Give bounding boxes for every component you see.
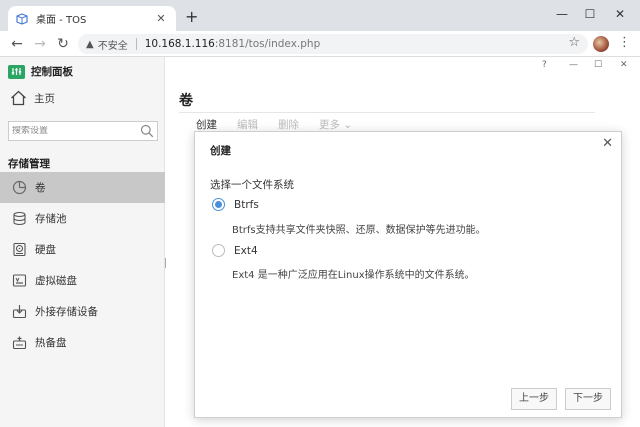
sidebar-item-label: 热备盘 bbox=[35, 337, 67, 349]
radio-option-btrfs[interactable]: Btrfs bbox=[212, 198, 259, 211]
dialog-title: 创建 bbox=[210, 145, 231, 157]
radio-button-ext4[interactable] bbox=[212, 244, 225, 257]
app-title: 控制面板 bbox=[31, 66, 73, 78]
external-storage-icon bbox=[12, 305, 27, 319]
tab-title: 桌面 - TOS bbox=[36, 15, 87, 26]
window-close-button[interactable]: ✕ bbox=[606, 4, 634, 24]
delete-button[interactable]: 删除 bbox=[278, 117, 299, 132]
sidebar-item-volume[interactable]: 卷 bbox=[0, 172, 165, 203]
radio-button-btrfs[interactable] bbox=[212, 198, 225, 211]
app-header: 控制面板 bbox=[8, 64, 73, 79]
sidebar-item-external-storage[interactable]: 外接存储设备 bbox=[0, 296, 165, 327]
url-host: 10.168.1.116 bbox=[144, 38, 215, 50]
settings-search-box[interactable] bbox=[8, 121, 158, 141]
edit-button[interactable]: 编辑 bbox=[237, 117, 258, 132]
forward-arrow-icon[interactable]: → bbox=[31, 35, 49, 53]
page-title: 卷 bbox=[179, 93, 193, 109]
search-input[interactable] bbox=[12, 126, 136, 136]
sidebar-item-label: 卷 bbox=[35, 182, 46, 194]
sidebar-item-storage-pool[interactable]: 存储池 bbox=[0, 203, 165, 234]
reload-icon[interactable]: ↻ bbox=[54, 35, 72, 53]
search-icon[interactable] bbox=[140, 124, 154, 138]
volume-toolbar: 创建 编辑 删除 更多 ⌄ bbox=[196, 117, 372, 132]
home-icon bbox=[11, 90, 26, 106]
address-separator bbox=[135, 38, 137, 50]
section-title: 存储管理 bbox=[8, 158, 50, 170]
help-icon[interactable]: ? bbox=[542, 60, 547, 70]
sidebar-item-hot-spare[interactable]: 热备盘 bbox=[0, 327, 165, 358]
warning-icon[interactable]: ▲ bbox=[86, 39, 94, 50]
panel-minimize-button[interactable]: — bbox=[569, 60, 578, 70]
title-divider bbox=[179, 112, 595, 113]
browser-tab[interactable]: 桌面 - TOS ✕ bbox=[8, 6, 176, 31]
radio-label-ext4: Ext4 bbox=[234, 244, 258, 257]
browser-toolbar: ← → ↻ ▲ 不安全 10.168.1.116:8181/tos/index.… bbox=[0, 31, 640, 57]
control-panel-logo-icon bbox=[8, 64, 25, 79]
profile-avatar[interactable] bbox=[593, 36, 609, 52]
pie-chart-icon bbox=[12, 180, 27, 195]
control-panel-sidebar: 控制面板 主页 存储管理 卷 存储池 硬盘 虚拟磁盘 外接存储设备 热备盘 bbox=[0, 57, 165, 427]
sidebar-item-home[interactable]: 主页 bbox=[10, 90, 55, 106]
panel-maximize-button[interactable]: ☐ bbox=[594, 60, 602, 70]
create-volume-dialog: 创建 ✕ 选择一个文件系统 Btrfs Btrfs支持共享文件夹快照、还原、数据… bbox=[194, 131, 622, 418]
panel-close-button[interactable]: ✕ bbox=[620, 60, 628, 70]
tos-favicon-icon bbox=[16, 12, 28, 25]
browser-tab-bar: 桌面 - TOS ✕ + — ☐ ✕ bbox=[0, 0, 640, 31]
btrfs-description: Btrfs支持共享文件夹快照、还原、数据保护等先进功能。 bbox=[232, 225, 486, 236]
sidebar-item-label: 存储池 bbox=[35, 213, 67, 225]
more-button[interactable]: 更多 ⌄ bbox=[319, 117, 352, 132]
chevron-down-icon: ⌄ bbox=[343, 119, 353, 131]
window-minimize-button[interactable]: — bbox=[548, 4, 576, 24]
hot-spare-icon bbox=[12, 336, 27, 350]
sidebar-item-label: 硬盘 bbox=[35, 244, 56, 256]
browser-menu-icon[interactable]: ⋮ bbox=[618, 35, 631, 50]
sidebar-item-label: 主页 bbox=[34, 92, 55, 105]
bookmark-star-icon[interactable]: ☆ bbox=[568, 35, 580, 50]
previous-step-button[interactable]: 上一步 bbox=[511, 388, 557, 410]
back-arrow-icon[interactable]: ← bbox=[8, 35, 26, 53]
address-bar[interactable]: ▲ 不安全 10.168.1.116:8181/tos/index.php ☆ bbox=[78, 34, 588, 54]
sidebar-item-label: 虚拟磁盘 bbox=[35, 275, 77, 287]
ext4-description: Ext4 是一种广泛应用在Linux操作系统中的文件系统。 bbox=[232, 270, 475, 281]
virtual-disk-icon bbox=[12, 274, 27, 287]
window-maximize-button[interactable]: ☐ bbox=[576, 4, 604, 24]
create-button[interactable]: 创建 bbox=[196, 117, 217, 132]
more-label: 更多 bbox=[319, 119, 340, 131]
new-tab-button[interactable]: + bbox=[185, 8, 198, 26]
database-icon bbox=[13, 211, 26, 226]
security-label[interactable]: 不安全 bbox=[98, 37, 128, 52]
radio-option-ext4[interactable]: Ext4 bbox=[212, 244, 258, 257]
next-step-button[interactable]: 下一步 bbox=[565, 388, 611, 410]
filesystem-prompt: 选择一个文件系统 bbox=[210, 179, 294, 191]
hard-disk-icon bbox=[13, 242, 26, 257]
tab-close-icon[interactable]: ✕ bbox=[154, 12, 168, 25]
url-path: :8181/tos/index.php bbox=[214, 38, 321, 50]
sidebar-item-label: 外接存储设备 bbox=[35, 306, 98, 318]
radio-label-btrfs: Btrfs bbox=[234, 198, 259, 211]
sidebar-item-hard-disk[interactable]: 硬盘 bbox=[0, 234, 165, 265]
sidebar-item-virtual-disk[interactable]: 虚拟磁盘 bbox=[0, 265, 165, 296]
dialog-close-icon[interactable]: ✕ bbox=[602, 136, 613, 151]
